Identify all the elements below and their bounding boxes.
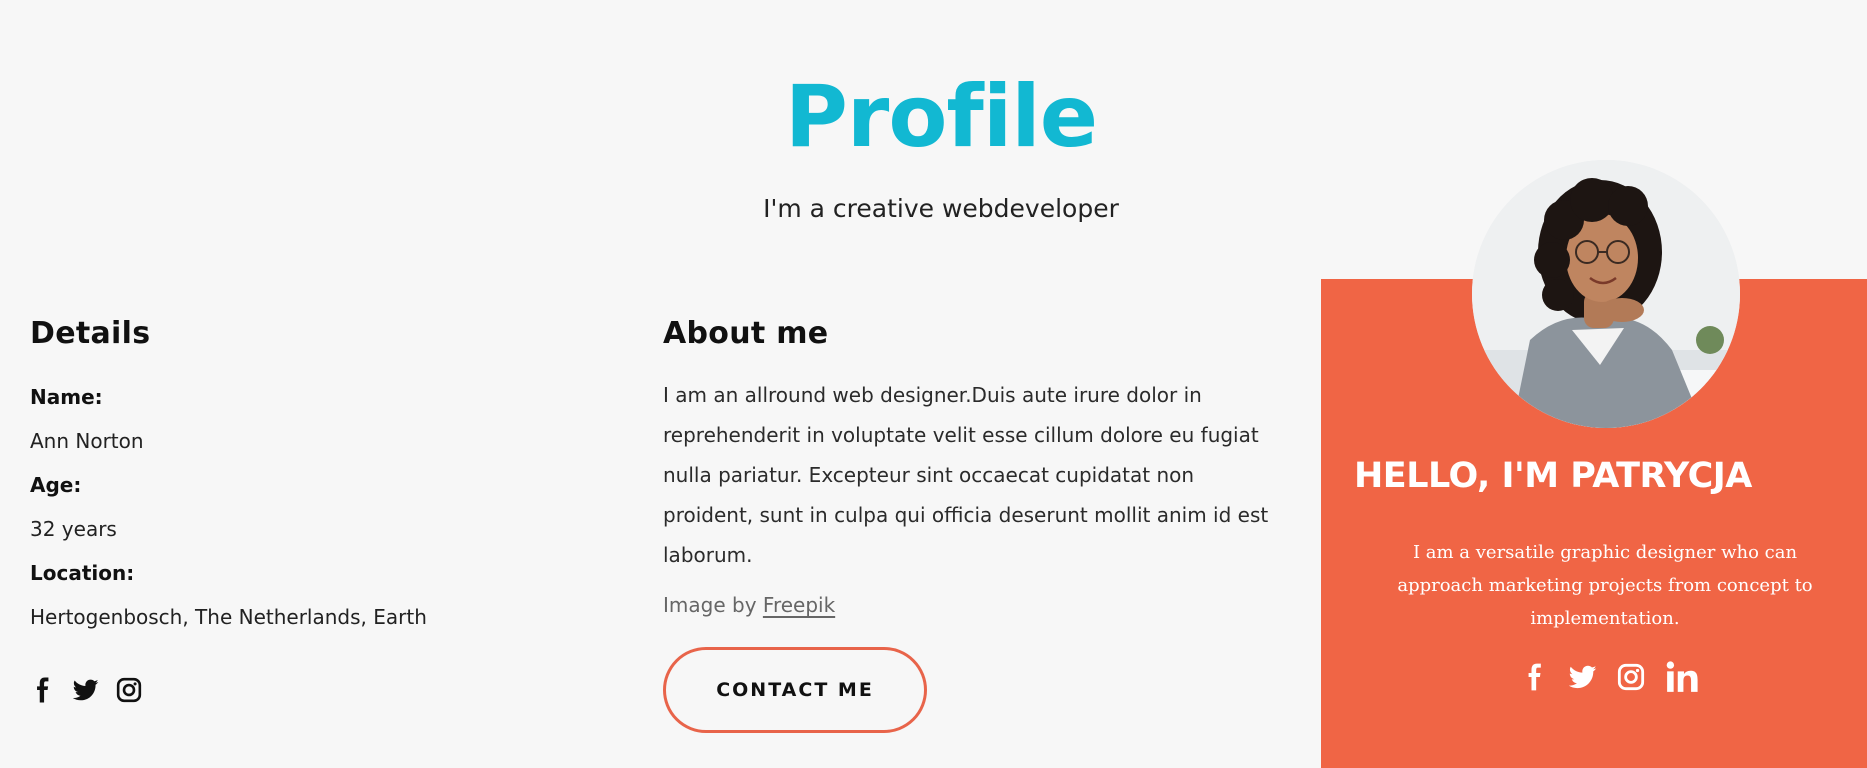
- age-value: 32 years: [30, 517, 117, 541]
- credit-prefix: Image by: [663, 593, 757, 617]
- instagram-icon[interactable]: [116, 677, 142, 703]
- instagram-icon[interactable]: [1617, 663, 1645, 691]
- name-label: Name:: [30, 385, 103, 409]
- twitter-icon[interactable]: [1569, 663, 1597, 691]
- linkedin-icon[interactable]: [1665, 660, 1699, 694]
- card-text: I am a versatile graphic designer who ca…: [1397, 542, 1813, 629]
- details-section: Details Name: Ann Norton Age: 32 years L…: [30, 316, 590, 703]
- profile-page: Profile I'm a creative webdeveloper Deta…: [0, 0, 1867, 768]
- age-label: Age:: [30, 473, 82, 497]
- page-title: Profile: [784, 67, 1098, 167]
- facebook-icon[interactable]: [30, 677, 56, 703]
- card-social-links: [1521, 660, 1699, 694]
- about-heading: About me: [663, 316, 829, 351]
- card-title: HELLO, I'M PATRYCJA: [1354, 456, 1752, 496]
- details-social-links: [30, 677, 590, 703]
- avatar: [1472, 160, 1740, 428]
- twitter-icon[interactable]: [73, 677, 99, 703]
- name-value: Ann Norton: [30, 429, 144, 453]
- facebook-icon[interactable]: [1521, 663, 1549, 691]
- freepik-link[interactable]: Freepik: [763, 593, 835, 617]
- details-heading: Details: [30, 316, 151, 351]
- contact-me-button[interactable]: CONTACT ME: [663, 647, 927, 733]
- about-section: About me I am an allround web designer.D…: [663, 316, 1283, 733]
- profile-photo: [1472, 160, 1740, 428]
- image-credit: Image by Freepik: [663, 593, 1283, 617]
- location-label: Location:: [30, 561, 135, 585]
- about-text: I am an allround web designer.Duis aute …: [663, 383, 1269, 567]
- location-value: Hertogenbosch, The Netherlands, Earth: [30, 605, 427, 629]
